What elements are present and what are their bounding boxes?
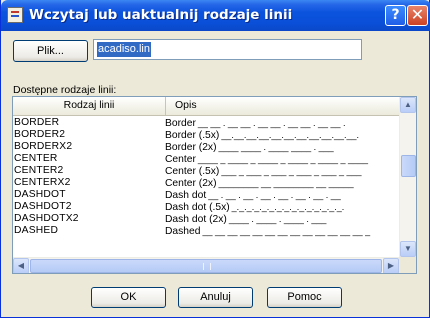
linetype-pattern: __ . __ . __ . __ . __ . __ . __ . __ (208, 190, 341, 200)
list-item[interactable]: CENTERX2 Center (2x) ________ __ ________ … (13, 177, 399, 189)
linetype-description: Border (165, 118, 196, 129)
linetype-name: CENTER (14, 153, 58, 164)
arrow-down-icon[interactable]: ▼ (400, 241, 416, 257)
column-header-linetype[interactable]: Rodzaj linii (13, 97, 166, 115)
dialog-window: Wczytaj lub uaktualnij rodzaje linii ? ✕… (0, 0, 430, 318)
linetype-description: Dash dot (165, 190, 207, 201)
linetype-name: BORDERX2 (14, 141, 73, 152)
linetype-description: Center (.5x) (165, 166, 220, 177)
linetype-name: CENTER2 (14, 165, 64, 176)
linetype-pattern: ___ _ ___ _ ___ _ ___ _ ___ _ ___ (221, 166, 362, 176)
arrow-left-icon[interactable]: ◀ (13, 258, 29, 273)
file-button[interactable]: Plik... (13, 40, 88, 62)
list-item[interactable]: CENTER2 Center (.5x) ___ _ ___ _ ___ _ ___… (13, 165, 399, 177)
linetype-pattern: ____ . ____ . ____ . ___ (228, 214, 327, 224)
list-item[interactable]: DASHDOT2 Dash dot (.5x) _._._._._._._._._.… (13, 201, 399, 213)
list-item[interactable]: DASHDOTX2 Dash dot (2x) ____ . ____ . ____… (13, 213, 399, 225)
linetype-name: BORDER (14, 117, 60, 128)
app-icon (7, 7, 23, 23)
list-item[interactable]: BORDERX2 Border (2x) ____ ____ . ____ ____… (13, 141, 399, 153)
column-header-description[interactable]: Opis (166, 97, 398, 115)
close-icon[interactable]: ✕ (407, 5, 428, 26)
list-item[interactable]: BORDER Border __ __ . __ __ . __ __ . __ _… (13, 117, 399, 129)
list-rows: BORDER Border __ __ . __ __ . __ __ . __ _… (13, 117, 399, 262)
list-item[interactable]: DASHED Dashed __ __ __ __ __ __ __ __ __ _… (13, 225, 399, 237)
title-bar[interactable]: Wczytaj lub uaktualnij rodzaje linii ? ✕ (1, 0, 430, 31)
linetype-list[interactable]: Rodzaj linii Opis BORDER Border __ __ . __… (12, 96, 417, 274)
linetype-description: Dash dot (2x) (165, 214, 227, 225)
list-item[interactable]: CENTER Center ____ _ ____ _ ____ _ ____ _ … (13, 153, 399, 165)
arrow-up-icon[interactable]: ▲ (400, 97, 416, 113)
linetype-description: Dashed (165, 226, 201, 237)
linetype-pattern: __ __ __ __ __ __ __ __ __ __ __ __ __ _ (202, 226, 371, 236)
ok-button[interactable]: OK (91, 287, 166, 308)
linetype-pattern: __ __ . __ __ . __ __ . __ __ . __ __ . (197, 118, 346, 128)
linetype-name: DASHDOTX2 (14, 213, 79, 224)
grip-icon (203, 263, 211, 270)
vertical-scrollbar[interactable]: ▲ ▼ (399, 97, 416, 257)
linetype-pattern: ____ ____ . ____ ____ . ___ (218, 142, 334, 152)
linetype-pattern: ________ __ ________ __ _____ (218, 178, 354, 188)
linetype-name: DASHDOT2 (14, 201, 72, 212)
scrollbar-corner (399, 257, 416, 273)
list-label: Dostępne rodzaje linii: (13, 84, 117, 96)
list-header: Rodzaj linii Opis (13, 97, 399, 116)
linetype-name: BORDER2 (14, 129, 66, 140)
linetype-name: CENTERX2 (14, 177, 71, 188)
list-item[interactable]: BORDER2 Border (.5x) __.__.__.__.__.__.__.… (13, 129, 399, 141)
horizontal-scrollbar[interactable]: ◀ ▶ (13, 257, 399, 273)
linetype-description: Dash dot (.5x) (165, 202, 230, 213)
arrow-right-icon[interactable]: ▶ (383, 258, 399, 273)
linetype-pattern: ____ _ ____ _ ____ _ ____ _ ____ _ ____ (197, 154, 369, 164)
horizontal-scroll-thumb[interactable] (30, 259, 382, 273)
linetype-description: Border (2x) (165, 142, 217, 153)
linetype-description: Border (.5x) (165, 130, 220, 141)
linetype-name: DASHED (14, 225, 59, 236)
window-title: Wczytaj lub uaktualnij rodzaje linii (29, 7, 293, 23)
help-button[interactable]: Pomoc (267, 287, 342, 308)
help-icon[interactable]: ? (385, 5, 406, 26)
linetype-pattern: __.__.__.__.__.__.__.__.__.__.__. (221, 130, 359, 140)
list-item[interactable]: DASHDOT Dash dot __ . __ . __ . __ . __ . … (13, 189, 399, 201)
linetype-description: Center (165, 154, 196, 165)
file-path-value: acadiso.lin (97, 42, 151, 57)
cancel-button[interactable]: Anuluj (178, 287, 253, 308)
linetype-pattern: _._._._._._._._._._._._._._._. (231, 202, 345, 212)
file-path-input[interactable]: acadiso.lin (93, 39, 362, 60)
linetype-description: Center (2x) (165, 178, 217, 189)
linetype-name: DASHDOT (14, 189, 66, 200)
vertical-scroll-thumb[interactable] (401, 155, 416, 177)
